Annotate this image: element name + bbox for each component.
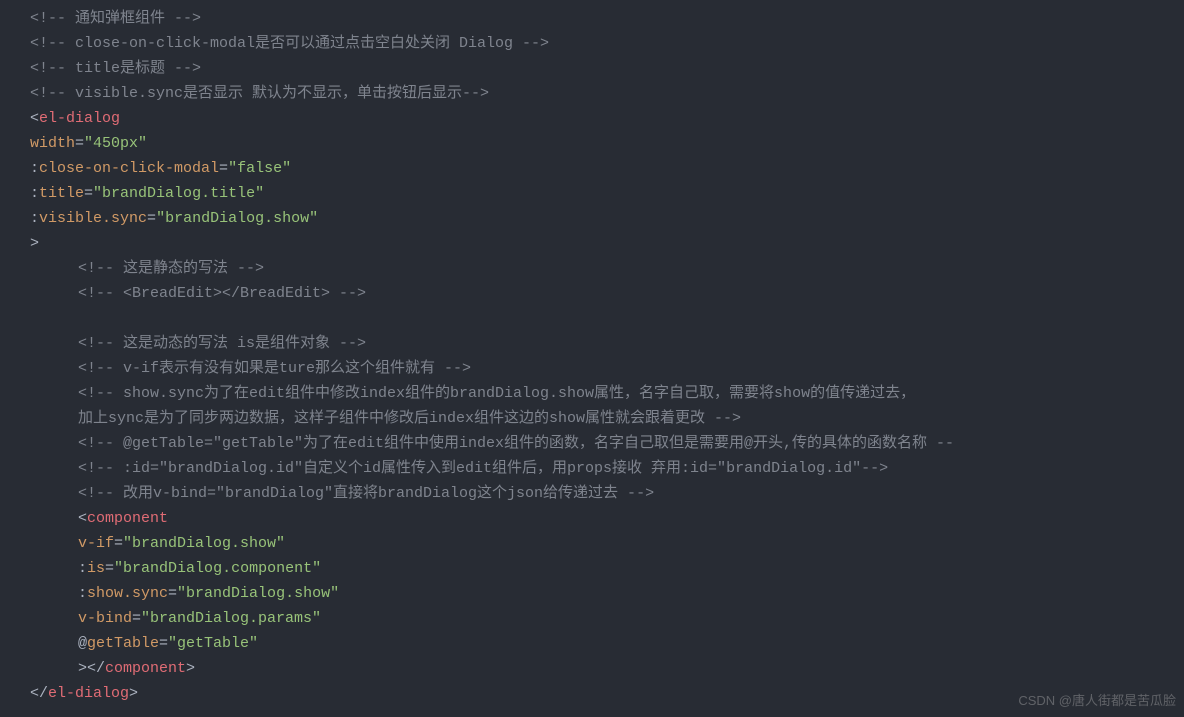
token-equals: = <box>147 210 156 227</box>
code-line[interactable]: :is="brandDialog.component" <box>0 556 1184 581</box>
token-attr-name: is <box>87 560 105 577</box>
code-line[interactable]: <!-- close-on-click-modal是否可以通过点击空白处关闭 D… <box>0 31 1184 56</box>
token-comment: <!-- show.sync为了在edit组件中修改index组件的brandD… <box>78 385 915 402</box>
token-comment: <!-- @getTable="getTable"为了在edit组件中使用ind… <box>78 435 954 452</box>
token-attr-name: title <box>39 185 84 202</box>
token-attr-name: v-if <box>78 535 114 552</box>
token-comment: 加上sync是为了同步两边数据，这样子组件中修改后index组件这边的show属… <box>78 410 741 427</box>
code-line[interactable]: <!-- visible.sync是否显示 默认为不显示，单击按钮后显示--> <box>0 81 1184 106</box>
token-attr-name: getTable <box>87 635 159 652</box>
token-equals: = <box>219 160 228 177</box>
code-line[interactable]: <!-- show.sync为了在edit组件中修改index组件的brandD… <box>0 381 1184 406</box>
token-string: "getTable" <box>168 635 258 652</box>
token-string: "450px" <box>84 135 147 152</box>
token-attr-bind: : <box>30 160 39 177</box>
token-comment: <!-- visible.sync是否显示 默认为不显示，单击按钮后显示--> <box>30 85 489 102</box>
token-string: "false" <box>228 160 291 177</box>
token-attr-name: v-bind <box>78 610 132 627</box>
token-equals: = <box>105 560 114 577</box>
code-line[interactable]: <!-- <BreadEdit></BreadEdit> --> <box>0 281 1184 306</box>
token-attr-name: width <box>30 135 75 152</box>
token-equals: = <box>114 535 123 552</box>
token-tag-bracket: > <box>186 660 195 677</box>
code-line[interactable]: <!-- :id="brandDialog.id"自定义个id属性传入到edit… <box>0 456 1184 481</box>
token-comment: <!-- 改用v-bind="brandDialog"直接将brandDialo… <box>78 485 654 502</box>
token-attr-name: visible.sync <box>39 210 147 227</box>
token-tag-name: el-dialog <box>48 685 129 702</box>
code-line[interactable]: <!-- title是标题 --> <box>0 56 1184 81</box>
token-equals: = <box>84 185 93 202</box>
code-line[interactable]: 加上sync是为了同步两边数据，这样子组件中修改后index组件这边的show属… <box>0 406 1184 431</box>
token-comment: <!-- title是标题 --> <box>30 60 201 77</box>
token-tag-bracket: </ <box>87 660 105 677</box>
token-attr-bind: : <box>30 185 39 202</box>
token-equals: = <box>132 610 141 627</box>
token-attr-bind: : <box>78 585 87 602</box>
token-string: "brandDialog.title" <box>93 185 264 202</box>
code-line[interactable]: <!-- v-if表示有没有如果是ture那么这个组件就有 --> <box>0 356 1184 381</box>
token-string: "brandDialog.show" <box>177 585 339 602</box>
code-line[interactable]: :show.sync="brandDialog.show" <box>0 581 1184 606</box>
code-line[interactable]: <component <box>0 506 1184 531</box>
token-comment: <!-- <BreadEdit></BreadEdit> --> <box>78 285 366 302</box>
token-comment: <!-- 这是静态的写法 --> <box>78 260 264 277</box>
token-string: "brandDialog.component" <box>114 560 321 577</box>
token-equals: = <box>75 135 84 152</box>
token-tag-bracket: > <box>129 685 138 702</box>
code-line[interactable]: <el-dialog <box>0 106 1184 131</box>
token-tag-bracket: > <box>78 660 87 677</box>
token-tag-name: component <box>87 510 168 527</box>
code-line[interactable]: > <box>0 231 1184 256</box>
token-comment: <!-- :id="brandDialog.id"自定义个id属性传入到edit… <box>78 460 888 477</box>
code-line[interactable]: ></component> <box>0 656 1184 681</box>
code-line[interactable]: :title="brandDialog.title" <box>0 181 1184 206</box>
token-attr-bind: : <box>30 210 39 227</box>
token-equals: = <box>159 635 168 652</box>
token-comment: <!-- close-on-click-modal是否可以通过点击空白处关闭 D… <box>30 35 549 52</box>
code-line[interactable]: width="450px" <box>0 131 1184 156</box>
code-line[interactable]: </el-dialog> <box>0 681 1184 706</box>
code-line[interactable]: v-bind="brandDialog.params" <box>0 606 1184 631</box>
code-line[interactable]: :visible.sync="brandDialog.show" <box>0 206 1184 231</box>
watermark-text: CSDN @唐人街都是苦瓜脸 <box>1018 688 1176 713</box>
token-attr-name: close-on-click-modal <box>39 160 219 177</box>
token-equals: = <box>168 585 177 602</box>
code-line[interactable]: v-if="brandDialog.show" <box>0 531 1184 556</box>
token-attr-bind: @ <box>78 635 87 652</box>
token-attr-name: show.sync <box>87 585 168 602</box>
token-comment: <!-- v-if表示有没有如果是ture那么这个组件就有 --> <box>78 360 471 377</box>
token-tag-name: el-dialog <box>39 110 120 127</box>
code-line[interactable]: <!-- @getTable="getTable"为了在edit组件中使用ind… <box>0 431 1184 456</box>
token-string: "brandDialog.show" <box>123 535 285 552</box>
code-line[interactable]: <!-- 通知弹框组件 --> <box>0 6 1184 31</box>
code-line[interactable]: <!-- 这是静态的写法 --> <box>0 256 1184 281</box>
token-tag-name: component <box>105 660 186 677</box>
token-tag-bracket: > <box>30 235 39 252</box>
code-line[interactable]: @getTable="getTable" <box>0 631 1184 656</box>
token-tag-bracket: < <box>30 110 39 127</box>
token-string: "brandDialog.show" <box>156 210 318 227</box>
code-line[interactable]: <!-- 这是动态的写法 is是组件对象 --> <box>0 331 1184 356</box>
token-tag-bracket: < <box>78 510 87 527</box>
code-line[interactable]: :close-on-click-modal="false" <box>0 156 1184 181</box>
token-tag-bracket: </ <box>30 685 48 702</box>
token-comment: <!-- 通知弹框组件 --> <box>30 10 201 27</box>
code-line[interactable] <box>0 306 1184 331</box>
token-string: "brandDialog.params" <box>141 610 321 627</box>
token-attr-bind: : <box>78 560 87 577</box>
token-comment: <!-- 这是动态的写法 is是组件对象 --> <box>78 335 366 352</box>
code-editor[interactable]: <!-- 通知弹框组件 --> <!-- close-on-click-modal… <box>0 0 1184 706</box>
code-line[interactable]: <!-- 改用v-bind="brandDialog"直接将brandDialo… <box>0 481 1184 506</box>
